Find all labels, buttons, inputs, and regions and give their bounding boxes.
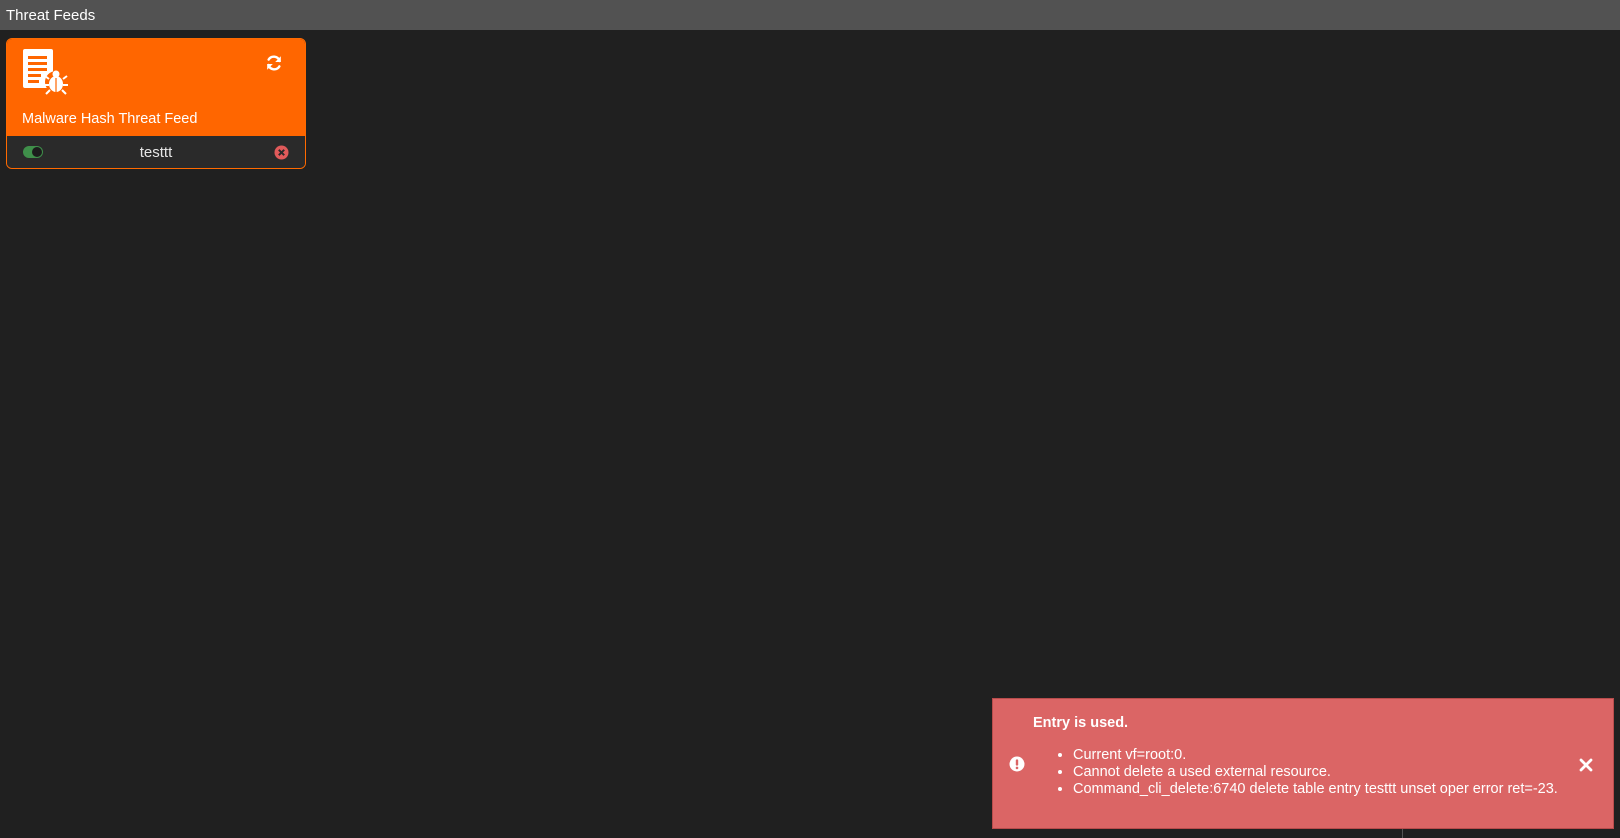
card-header[interactable]: Malware Hash Threat Feed [7, 39, 305, 136]
malware-document-icon [23, 49, 68, 95]
toast-title: Entry is used. [1033, 715, 1129, 731]
card-footer: testtt [7, 136, 305, 168]
delete-icon[interactable] [274, 145, 289, 160]
threat-feed-card[interactable]: Malware Hash Threat Feed testtt [6, 38, 306, 169]
toast-message: Command_cli_delete:6740 delete table ent… [1073, 781, 1558, 798]
top-bar: Threat Feeds [0, 0, 1620, 30]
card-title: Malware Hash Threat Feed [22, 111, 198, 127]
page-title: Threat Feeds [6, 6, 96, 24]
error-toast: Entry is used. Current vf=root:0. Cannot… [992, 698, 1614, 829]
toast-message: Cannot delete a used external resource. [1073, 764, 1558, 781]
refresh-icon[interactable] [265, 54, 283, 72]
divider [1402, 829, 1403, 838]
toast-message-list: Current vf=root:0. Cannot delete a used … [1033, 747, 1558, 798]
card-name: testtt [139, 144, 173, 161]
toast-message: Current vf=root:0. [1073, 747, 1558, 764]
exclamation-icon [1009, 756, 1025, 772]
close-icon[interactable] [1579, 758, 1593, 772]
